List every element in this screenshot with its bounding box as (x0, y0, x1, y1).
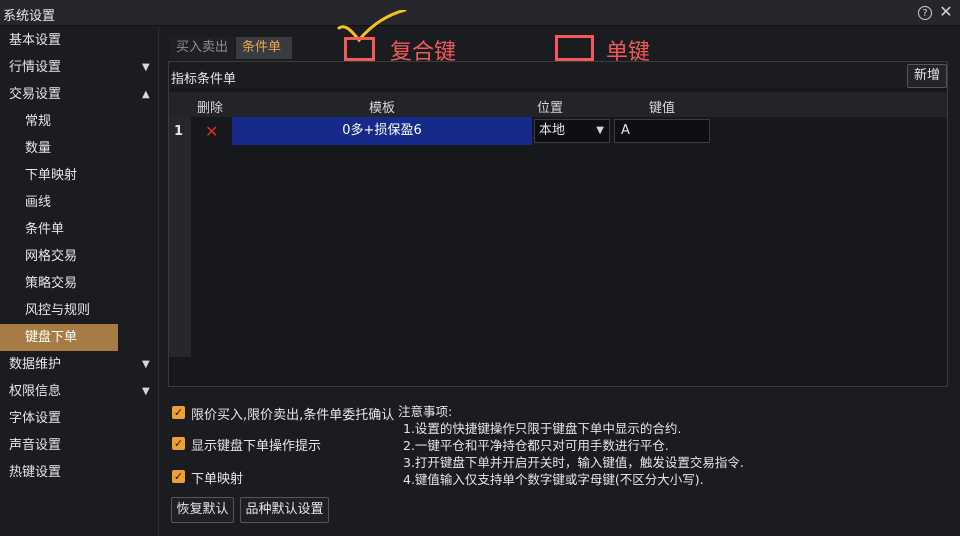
sidebar-item-label: 风控与规则 (25, 303, 91, 318)
sidebar-item-grid-trading[interactable]: 网格交易 (0, 243, 159, 270)
column-header-position: 位置 (537, 101, 564, 116)
variety-default-button[interactable]: 品种默认设置 (240, 497, 329, 523)
template-cell[interactable]: 0多+损保盈6 (232, 117, 532, 145)
sidebar-item-label: 数量 (25, 141, 52, 156)
sidebar-item-keyboard-order[interactable]: 键盘下单 (0, 324, 118, 351)
column-header-key: 键值 (649, 101, 676, 116)
main-content: 买入卖出 条件单 指标条件单 新增 删除 模板 位置 键值 1 ✕ 0多+损保盈… (160, 27, 960, 536)
conditional-order-panel: 指标条件单 新增 删除 模板 位置 键值 1 ✕ 0多+损保盈6 本地 ▼ A (168, 61, 948, 387)
sidebar-item-risk-control[interactable]: 风控与规则 (0, 297, 159, 324)
sidebar-item-label: 热键设置 (9, 465, 62, 480)
panel-title: 指标条件单 (171, 72, 237, 87)
tab-conditional-order[interactable]: 条件单 (236, 37, 292, 59)
note-item: 4.键值输入仅支持单个数字键或字母键(不区分大小写). (403, 472, 704, 487)
panel-header: 指标条件单 新增 (169, 62, 947, 88)
annotation-compound-key-label: 复合键 (390, 40, 457, 65)
chevron-down-icon: ▼ (142, 62, 150, 73)
delete-icon[interactable]: ✕ (205, 122, 218, 141)
position-select[interactable]: 本地 ▼ (534, 119, 610, 143)
sidebar-item-label: 键盘下单 (25, 330, 78, 345)
sidebar: 基本设置 行情设置 ▼ 交易设置 ▲ 常规 数量 下单映射 画线 条件单 网格交易 … (0, 27, 159, 536)
table-row: 1 ✕ 0多+损保盈6 本地 ▼ A (169, 117, 947, 147)
checkbox-checked-icon: ✓ (172, 470, 185, 483)
sidebar-item-label: 数据维护 (9, 357, 62, 372)
sidebar-item-basic-settings[interactable]: 基本设置 (0, 27, 159, 54)
sidebar-item-label: 下单映射 (25, 168, 78, 183)
row-index-column (169, 117, 191, 357)
checkbox-label: 限价买入,限价卖出,条件单委托确认 (191, 408, 395, 423)
sidebar-item-label: 网格交易 (25, 249, 78, 264)
sidebar-item-order-mapping[interactable]: 下单映射 (0, 162, 159, 189)
notes: 注意事项: 1.设置的快捷键操作只限于键盘下单中显示的合约. 2.一键平仓和平净… (398, 403, 798, 488)
checkbox-label: 显示键盘下单操作提示 (191, 439, 322, 454)
checkbox-checked-icon: ✓ (172, 406, 185, 419)
note-item: 2.一键平仓和平净持仓都只对可用手数进行平仓. (403, 438, 669, 453)
checkbox-checked-icon: ✓ (172, 437, 185, 450)
annotation-compound-key-box (344, 37, 375, 61)
sidebar-item-label: 常规 (25, 114, 52, 129)
sidebar-item-permission-info[interactable]: 权限信息 ▼ (0, 378, 159, 405)
restore-default-button[interactable]: 恢复默认 (171, 497, 234, 523)
sidebar-item-label: 策略交易 (25, 276, 78, 291)
column-header-delete: 删除 (197, 101, 224, 116)
notes-title: 注意事项: (398, 404, 453, 419)
sidebar-item-sound-settings[interactable]: 声音设置 (0, 432, 159, 459)
sidebar-item-label: 行情设置 (9, 60, 62, 75)
sidebar-item-trade-settings[interactable]: 交易设置 ▲ (0, 81, 159, 108)
chevron-down-icon: ▼ (142, 386, 150, 397)
sidebar-item-quantity[interactable]: 数量 (0, 135, 159, 162)
sidebar-item-label: 基本设置 (9, 33, 62, 48)
checkbox-label: 下单映射 (191, 472, 244, 487)
sidebar-item-label: 条件单 (25, 222, 65, 237)
position-value: 本地 (539, 123, 566, 138)
sidebar-item-strategy-trading[interactable]: 策略交易 (0, 270, 159, 297)
add-button[interactable]: 新增 (907, 64, 947, 88)
sidebar-item-drawing[interactable]: 画线 (0, 189, 159, 216)
annotation-single-key-label: 单键 (606, 40, 651, 65)
sidebar-item-general[interactable]: 常规 (0, 108, 159, 135)
row-number: 1 (174, 124, 184, 139)
sidebar-item-label: 交易设置 (9, 87, 62, 102)
chevron-down-icon: ▼ (596, 125, 604, 136)
column-header-template: 模板 (369, 101, 396, 116)
window-title: 系统设置 (3, 9, 56, 24)
sidebar-item-hotkey-settings[interactable]: 热键设置 (0, 459, 159, 486)
sidebar-item-label: 画线 (25, 195, 52, 210)
close-icon[interactable]: ✕ (938, 4, 954, 20)
help-icon[interactable]: ? (918, 6, 932, 20)
chevron-down-icon: ▼ (142, 359, 150, 370)
sidebar-item-font-settings[interactable]: 字体设置 (0, 405, 159, 432)
sidebar-item-conditional-order[interactable]: 条件单 (0, 216, 159, 243)
key-value-input[interactable]: A (614, 119, 710, 143)
annotation-single-key-box (555, 35, 594, 61)
sidebar-item-label: 权限信息 (9, 384, 62, 399)
title-bar: 系统设置 ? ✕ (0, 0, 960, 26)
chevron-up-icon: ▲ (142, 89, 150, 100)
sidebar-item-label: 字体设置 (9, 411, 62, 426)
sidebar-item-quote-settings[interactable]: 行情设置 ▼ (0, 54, 159, 81)
tab-buy-sell[interactable]: 买入卖出 (170, 37, 234, 59)
table-header: 删除 模板 位置 键值 (169, 92, 947, 117)
note-item: 3.打开键盘下单并开启开关时，输入键值，触发设置交易指令. (403, 455, 744, 470)
sidebar-item-label: 声音设置 (9, 438, 62, 453)
sidebar-item-data-maintenance[interactable]: 数据维护 ▼ (0, 351, 159, 378)
note-item: 1.设置的快捷键操作只限于键盘下单中显示的合约. (403, 421, 682, 436)
